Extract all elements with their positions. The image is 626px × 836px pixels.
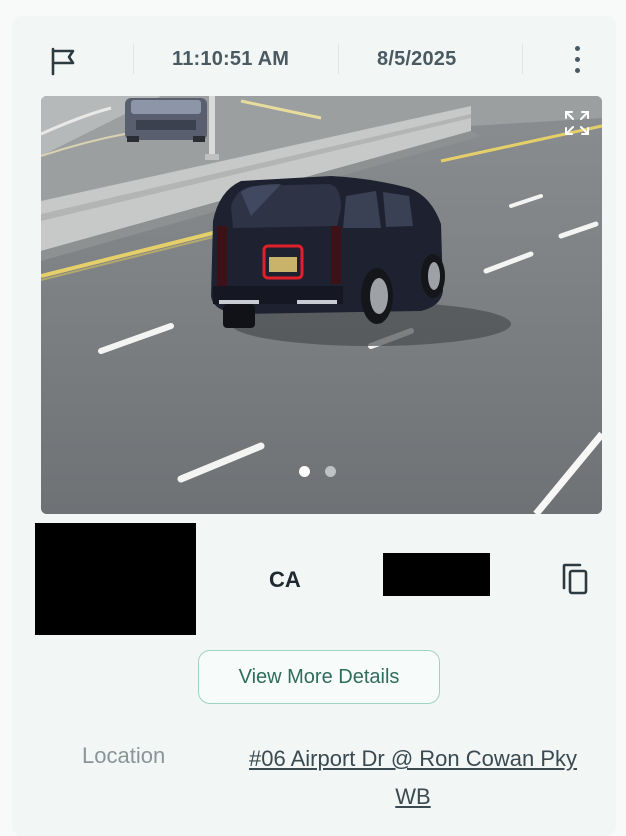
- card-header: 11:10:51 AM 8/5/2025: [12, 16, 616, 96]
- detection-card: 11:10:51 AM 8/5/2025 CA View More Detail…: [12, 16, 616, 836]
- capture-time: 11:10:51 AM: [172, 48, 290, 70]
- copy-icon: [562, 563, 588, 595]
- flag-button[interactable]: [48, 46, 78, 76]
- plate-state: CA: [269, 567, 301, 592]
- carousel-dots: [299, 466, 349, 478]
- redacted-plate-image: [35, 523, 196, 635]
- expand-image-button[interactable]: [562, 108, 592, 138]
- vehicle-photo[interactable]: [41, 96, 602, 514]
- more-menu-button[interactable]: [568, 44, 588, 76]
- carousel-dot[interactable]: [325, 466, 336, 477]
- capture-date: 8/5/2025: [377, 48, 457, 70]
- header-divider: [133, 44, 134, 74]
- view-more-details-button[interactable]: View More Details: [198, 650, 440, 704]
- flag-icon: [51, 47, 75, 76]
- carousel-dot-active[interactable]: [299, 466, 310, 477]
- redacted-plate-number: [383, 553, 490, 596]
- location-label: Location: [82, 743, 166, 768]
- road-scene-image: [41, 96, 602, 514]
- expand-icon: [565, 111, 589, 135]
- location-link[interactable]: #06 Airport Dr @ Ron Cowan Pky WB: [232, 740, 594, 816]
- header-divider: [522, 44, 523, 74]
- copy-plate-button[interactable]: [560, 562, 592, 598]
- header-divider: [338, 44, 339, 74]
